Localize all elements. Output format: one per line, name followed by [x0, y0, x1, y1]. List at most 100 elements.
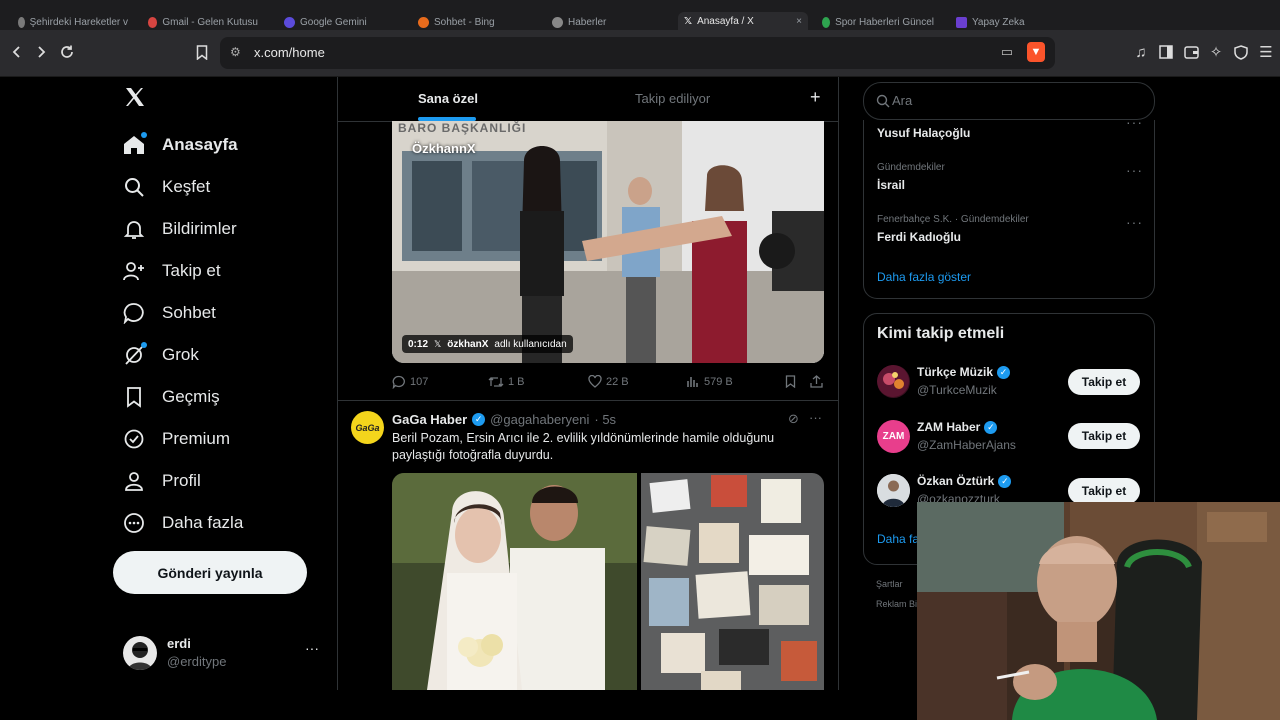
nav-chat[interactable]: Sohbet — [122, 296, 216, 330]
notification-dot — [141, 342, 147, 348]
more-dots-icon[interactable]: ··· — [809, 410, 822, 425]
like-button[interactable]: 22 B — [588, 375, 629, 388]
nav-explore[interactable]: Keşfet — [122, 170, 210, 204]
site-settings-icon[interactable]: ⚙ — [230, 45, 241, 59]
views-button[interactable]: 579 B — [686, 375, 733, 388]
who-to-follow-title: Kimi takip etmeli — [877, 325, 1005, 342]
close-tab-icon[interactable]: × — [796, 16, 802, 27]
post-image-wedding[interactable] — [392, 473, 637, 690]
tab-favicon-icon — [418, 16, 429, 28]
nav-home[interactable]: Anasayfa — [122, 128, 238, 162]
forward-icon[interactable] — [31, 42, 51, 62]
wallet-icon[interactable] — [1181, 42, 1201, 62]
browser-tab[interactable]: Gmail - Gelen Kutusu — [148, 14, 258, 30]
more-dots-icon[interactable]: ··· — [1126, 162, 1143, 178]
repost-button[interactable]: 1 B — [488, 375, 525, 389]
more-dots-icon[interactable]: ··· — [1126, 214, 1143, 230]
views-count: 579 B — [704, 375, 733, 388]
post-text: Beril Pozam, Ersin Arıcı ile 2. evlilik … — [392, 431, 775, 462]
reply-button[interactable]: 107 — [392, 375, 428, 389]
vpn-shield-icon[interactable] — [1231, 42, 1251, 62]
account-name[interactable]: Türkçe Müzik ✓ — [917, 365, 1011, 379]
trend-name: Yusuf Halaçoğlu — [877, 126, 971, 140]
author-name[interactable]: GaGa Haber — [392, 412, 467, 427]
timeline: Sana özel Takip ediliyor + BARO BAŞKANLI… — [337, 77, 839, 690]
post-time[interactable]: · 5s — [594, 412, 616, 427]
sidebar-icon[interactable] — [1156, 42, 1176, 62]
trend-name: İsrail — [877, 178, 906, 192]
share-button[interactable] — [810, 375, 823, 388]
show-more-link[interactable]: Daha fazla göster — [877, 270, 971, 284]
footer-terms-link[interactable]: Şartlar — [876, 579, 903, 589]
trend-item[interactable]: Gündemdekiler İsrail — [864, 158, 1154, 198]
browser-tab-active[interactable]: 𝕏 Anasayfa / X × — [678, 12, 808, 30]
leo-ai-icon[interactable]: ✧ — [1206, 42, 1226, 62]
views-chart-icon — [687, 377, 698, 387]
post-button[interactable]: Gönderi yayınla — [113, 551, 307, 594]
follow-button[interactable]: Takip et — [1068, 478, 1140, 504]
back-icon[interactable] — [7, 42, 27, 62]
address-bar[interactable]: ⚙ x.com/home ▭ ▼ — [220, 37, 1055, 69]
nav-profile[interactable]: Profil — [122, 464, 201, 498]
bookmark-page-icon[interactable] — [192, 42, 212, 62]
search-icon — [876, 94, 890, 108]
video-player[interactable]: BARO BAŞKANLIĞI ÖzkhannX 0:12 𝕏 özkhanX … — [392, 121, 824, 363]
browser-tab[interactable]: Sohbet - Bing — [418, 14, 528, 30]
media-icon[interactable]: ♫ — [1131, 42, 1151, 62]
tab-title: Spor Haberleri Güncel — [835, 16, 934, 28]
browser-tab-strip: Şehirdeki Hareketler v Gmail - Gelen Kut… — [0, 0, 1280, 30]
grok-icon[interactable]: ⊘ — [788, 411, 799, 427]
avatar[interactable] — [877, 365, 910, 398]
nav-label: Keşfet — [162, 177, 211, 196]
more-circle-icon — [122, 511, 146, 535]
search-input[interactable]: Ara — [863, 82, 1155, 120]
nav-grok[interactable]: Grok — [122, 338, 199, 372]
reload-icon[interactable] — [57, 42, 77, 62]
nav-notifications[interactable]: Bildirimler — [122, 212, 237, 246]
avatar[interactable]: ZAM — [877, 420, 910, 453]
nav-premium[interactable]: Premium — [122, 422, 230, 456]
bookmark-button[interactable] — [785, 375, 796, 388]
account-switcher[interactable]: erdi @erditype ··· — [123, 634, 323, 674]
nav-bookmarks[interactable]: Geçmiş — [122, 380, 220, 414]
author-handle[interactable]: @gagahaberyeni — [490, 412, 589, 427]
trend-item[interactable]: Fenerbahçe S.K. · Gündemdekiler Ferdi Ka… — [864, 210, 1154, 250]
video-frame — [392, 121, 824, 363]
trend-item[interactable]: Yusuf Halaçoğlu — [864, 120, 1154, 146]
cast-icon[interactable]: ▭ — [1001, 44, 1013, 60]
post-image-collage[interactable] — [641, 473, 824, 690]
menu-icon[interactable]: ☰ — [1256, 42, 1276, 62]
more-dots-icon[interactable]: ··· — [1126, 120, 1143, 130]
browser-tab[interactable]: Haberler — [552, 14, 662, 30]
video-source-suffix: adlı kullanıcıdan — [494, 338, 567, 350]
nav-follow[interactable]: Takip et — [122, 254, 221, 288]
tab-following[interactable]: Takip ediliyor — [635, 91, 710, 106]
avatar-text: GaGa — [355, 422, 380, 433]
footer-ads-link[interactable]: Reklam Bi — [876, 599, 917, 609]
more-dots-icon[interactable]: ··· — [305, 640, 319, 656]
follow-button[interactable]: Takip et — [1068, 369, 1140, 395]
brave-shield-icon[interactable]: ▼ — [1027, 42, 1045, 62]
account-name[interactable]: Özkan Öztürk ✓ — [917, 474, 1012, 488]
nav-more[interactable]: Daha fazla — [122, 506, 243, 540]
follow-button[interactable]: Takip et — [1068, 423, 1140, 449]
tab-title: Anasayfa / X — [697, 15, 754, 27]
account-name[interactable]: ZAM Haber ✓ — [917, 420, 998, 434]
account-handle: @ZamHaberAjans — [917, 438, 1016, 452]
x-logo-icon[interactable] — [124, 86, 148, 110]
verified-badge-icon: ✓ — [984, 420, 998, 434]
browser-tab[interactable]: Spor Haberleri Güncel — [822, 14, 934, 30]
browser-tab[interactable]: Google Gemini — [284, 14, 394, 30]
video-source-user[interactable]: özkhanX — [447, 339, 488, 350]
avatar[interactable]: GaGa — [351, 411, 384, 444]
add-tab-icon[interactable]: + — [810, 87, 821, 108]
show-more-link[interactable]: Daha fa — [877, 532, 919, 546]
tab-title: Google Gemini — [300, 16, 367, 28]
browser-tab[interactable]: Yapay Zeka — [956, 14, 1066, 30]
browser-tab[interactable]: Şehirdeki Hareketler v — [18, 14, 128, 30]
tab-for-you[interactable]: Sana özel — [418, 91, 478, 106]
trends-card: Yusuf Halaçoğlu ··· Gündemdekiler İsrail… — [863, 120, 1155, 299]
avatar[interactable] — [877, 474, 910, 507]
person-icon — [122, 469, 146, 493]
search-placeholder: Ara — [892, 93, 913, 108]
